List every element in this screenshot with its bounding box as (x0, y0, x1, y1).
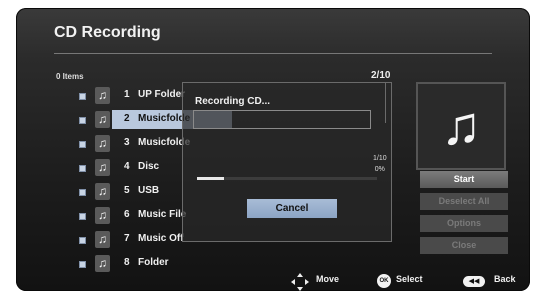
close-button[interactable]: Close (420, 237, 508, 254)
cd-recording-window: CD Recording 0 Items 2/10 ♫ 1 UP Folder ♫ 2 M… (16, 8, 530, 291)
start-button[interactable]: Start (420, 171, 508, 188)
page-title: CD Recording (54, 24, 161, 41)
move-arrows-icon (291, 273, 309, 291)
ok-icon: OK (377, 274, 391, 288)
progress-readout: 1/10 0% (373, 153, 387, 175)
back-label: Back (494, 274, 516, 284)
title-divider (54, 53, 492, 54)
checkbox[interactable] (79, 141, 86, 148)
items-count: 0 Items (56, 72, 84, 81)
music-note-icon: ♫ (95, 111, 110, 128)
track-row[interactable]: ♫ 8 Folder (56, 254, 206, 275)
music-note-icon: ♫ (95, 231, 110, 248)
music-note-icon: ♫ (95, 135, 110, 152)
dialog-title: Recording CD... (195, 96, 271, 107)
move-label: Move (316, 274, 340, 284)
track-name: UP Folder (138, 89, 186, 100)
track-number: 6 (124, 209, 130, 220)
deselect-all-button[interactable]: Deselect All (420, 193, 508, 210)
select-label: Select (396, 274, 423, 284)
recording-dialog: Recording CD... Cancel (182, 82, 392, 242)
checkbox[interactable] (79, 237, 86, 244)
back-icon: ◀◀ (463, 276, 485, 287)
track-name: Folder (138, 257, 169, 268)
album-art: ♫ (416, 82, 506, 170)
track-name: Music Off (138, 233, 184, 244)
dialog-status-box (193, 110, 371, 129)
track-number: 5 (124, 185, 130, 196)
progress-bar (197, 177, 377, 180)
dialog-divider (385, 83, 386, 123)
checkbox[interactable] (79, 261, 86, 268)
music-note-icon: ♫ (95, 159, 110, 176)
track-number: 1 (124, 89, 130, 100)
checkbox[interactable] (79, 165, 86, 172)
track-number: 7 (124, 233, 130, 244)
track-number: 8 (124, 257, 130, 268)
options-button[interactable]: Options (420, 215, 508, 232)
track-name: Music File (138, 209, 187, 220)
track-number: 4 (124, 161, 130, 172)
track-name: USB (138, 185, 160, 196)
music-note-icon: ♫ (95, 255, 110, 272)
music-note-icon: ♫ (95, 207, 110, 224)
checkbox[interactable] (79, 189, 86, 196)
music-note-icon: ♫ (440, 96, 482, 156)
progress-fill (197, 177, 224, 180)
progress-count: 1/10 (373, 155, 387, 162)
checkbox[interactable] (79, 93, 86, 100)
music-note-icon: ♫ (95, 87, 110, 104)
music-note-icon: ♫ (95, 183, 110, 200)
track-number: 3 (124, 137, 130, 148)
progress-percent: 0% (374, 166, 385, 173)
track-name: Disc (138, 161, 160, 172)
page-indicator: 2/10 (371, 70, 391, 81)
checkbox[interactable] (79, 213, 86, 220)
checkbox[interactable] (79, 117, 86, 124)
track-number: 2 (124, 113, 130, 124)
cancel-button[interactable]: Cancel (247, 199, 337, 218)
